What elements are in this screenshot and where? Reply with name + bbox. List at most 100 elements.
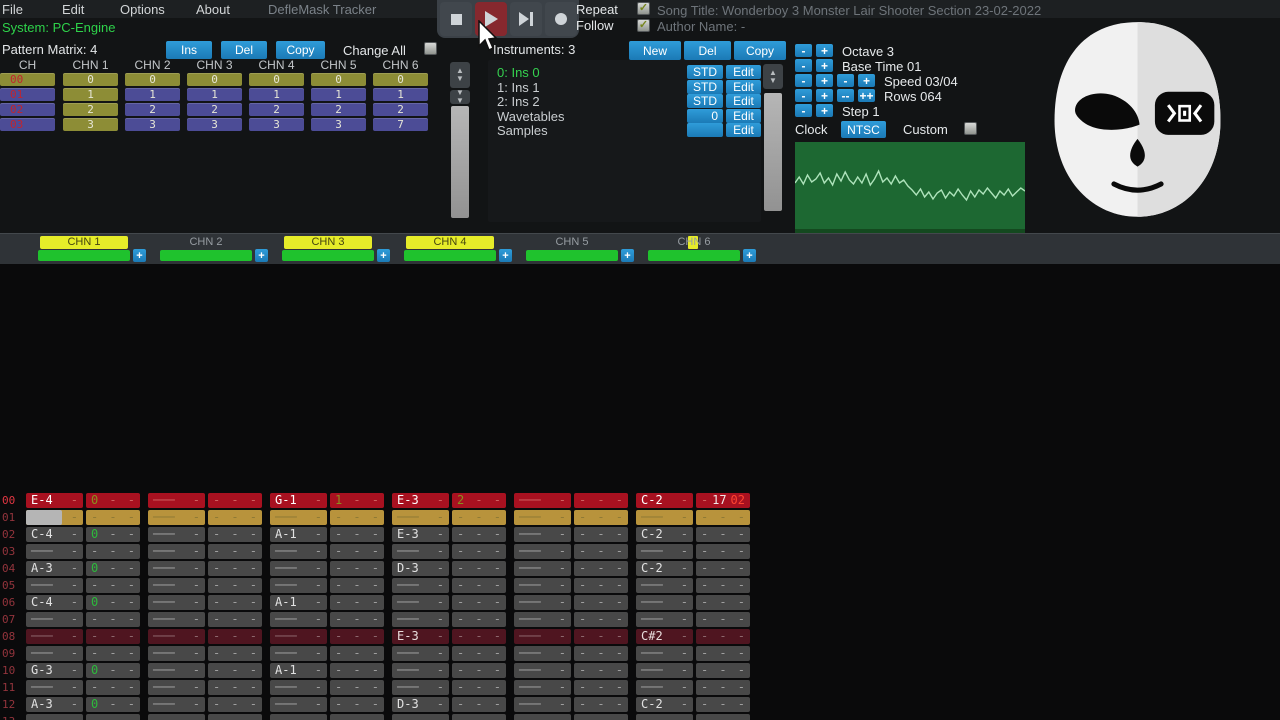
pattern-fx-cell[interactable]: --- (330, 629, 384, 644)
pattern-fx-cell[interactable]: --- (696, 510, 750, 525)
pattern-fx-cell[interactable]: --- (452, 527, 506, 542)
custom-checkbox[interactable] (964, 122, 977, 135)
pattern-fx-cell[interactable]: --- (574, 510, 628, 525)
channel-volume-bar[interactable] (282, 250, 374, 261)
pattern-fx-cell[interactable]: --- (696, 714, 750, 720)
pattern-fx-cell[interactable]: --- (696, 663, 750, 678)
channel-add-fx-button[interactable]: + (377, 249, 390, 262)
pattern-fx-cell[interactable]: --- (208, 663, 262, 678)
matrix-ins-button[interactable]: Ins (166, 41, 212, 59)
pattern-note-cell[interactable]: ───- (148, 663, 205, 678)
pattern-note-cell[interactable]: C-2- (636, 561, 693, 576)
pattern-note-cell[interactable]: ───- (270, 561, 327, 576)
pattern-fx-cell[interactable]: --- (452, 629, 506, 644)
pattern-note-cell[interactable]: ───- (392, 510, 449, 525)
pattern-fx-cell[interactable]: 0-- (86, 493, 140, 508)
minus-button[interactable]: - (837, 74, 854, 87)
pattern-note-cell[interactable]: G-1- (270, 493, 327, 508)
pattern-note-cell[interactable]: ───- (392, 680, 449, 695)
matrix-scroll-updown-button[interactable]: ▲ ▼ (450, 62, 470, 88)
pattern-fx-cell[interactable]: --- (452, 714, 506, 720)
pattern-note-cell[interactable]: ───- (514, 629, 571, 644)
matrix-cell[interactable]: 3 (187, 118, 242, 131)
pattern-note-cell[interactable]: ───- (514, 680, 571, 695)
plus-button[interactable]: + (816, 104, 833, 117)
pattern-note-cell[interactable]: A-1- (270, 527, 327, 542)
pattern-note-cell[interactable]: C-4- (26, 595, 83, 610)
pattern-fx-cell[interactable]: --- (574, 680, 628, 695)
pattern-fx-cell[interactable]: --- (574, 493, 628, 508)
pattern-fx-cell[interactable]: --- (208, 510, 262, 525)
pattern-note-cell[interactable]: E-3- (392, 493, 449, 508)
channel-add-fx-button[interactable]: + (743, 249, 756, 262)
pattern-note-cell[interactable]: ───- (514, 510, 571, 525)
instrument-type-button[interactable]: STD (687, 80, 723, 94)
pattern-fx-cell[interactable]: --- (208, 595, 262, 610)
pattern-fx-cell[interactable]: 0-- (86, 527, 140, 542)
pattern-fx-cell[interactable]: --- (86, 629, 140, 644)
pattern-fx-cell[interactable]: --- (208, 697, 262, 712)
edit-cursor[interactable] (26, 510, 62, 525)
pattern-note-cell[interactable]: ───- (26, 646, 83, 661)
matrix-cell[interactable]: 3 (63, 118, 118, 131)
matrix-del-button[interactable]: Del (221, 41, 267, 59)
channel-header-3[interactable]: CHN 3 (284, 236, 372, 249)
pattern-note-cell[interactable]: ───- (148, 527, 205, 542)
instrument-edit-button[interactable]: Edit (726, 123, 761, 137)
pattern-fx-cell[interactable]: --- (452, 697, 506, 712)
pattern-note-cell[interactable]: ───- (270, 680, 327, 695)
plus-button[interactable]: + (816, 74, 833, 87)
pattern-note-cell[interactable]: ───- (148, 544, 205, 559)
pattern-note-cell[interactable]: ───- (26, 680, 83, 695)
pattern-fx-cell[interactable]: --- (574, 663, 628, 678)
channel-add-fx-button[interactable]: + (255, 249, 268, 262)
instr-new-button[interactable]: New (629, 41, 681, 60)
pattern-note-cell[interactable]: ───- (392, 612, 449, 627)
pattern-fx-cell[interactable]: --- (574, 544, 628, 559)
pattern-fx-cell[interactable]: --- (452, 612, 506, 627)
menu-item-edit[interactable]: Edit (62, 2, 84, 17)
pattern-note-cell[interactable]: E-3- (392, 527, 449, 542)
matrix-cell[interactable]: 2 (63, 103, 118, 116)
channel-volume-bar[interactable] (526, 250, 618, 261)
pattern-fx-cell[interactable]: --- (208, 629, 262, 644)
pattern-note-cell[interactable]: ───- (392, 646, 449, 661)
pattern-fx-cell[interactable]: --- (574, 646, 628, 661)
channel-volume-bar[interactable] (404, 250, 496, 261)
pattern-fx-cell[interactable]: --- (696, 646, 750, 661)
channel-header-2[interactable]: CHN 2 (162, 236, 250, 249)
pattern-note-cell[interactable]: ───- (514, 578, 571, 593)
pattern-fx-cell[interactable]: --- (208, 646, 262, 661)
pattern-note-cell[interactable]: ───- (392, 714, 449, 720)
menu-item-about[interactable]: About (196, 2, 230, 17)
pattern-note-cell[interactable]: D-3- (392, 561, 449, 576)
pattern-note-cell[interactable]: E-4- (26, 493, 83, 508)
plus-button[interactable]: + (816, 44, 833, 57)
matrix-cell[interactable]: 0 (373, 73, 428, 86)
matrix-scrollbar-thumb[interactable] (451, 106, 469, 218)
matrix-scroll-end-button[interactable]: ▼ ▼ (450, 90, 470, 104)
pattern-note-cell[interactable]: ───- (270, 697, 327, 712)
pattern-note-cell[interactable]: ───- (514, 663, 571, 678)
pattern-note-cell[interactable]: A-1- (270, 663, 327, 678)
pattern-note-cell[interactable]: ───- (148, 646, 205, 661)
instrument-type-button[interactable] (687, 123, 723, 137)
matrix-cell[interactable]: 0 (63, 73, 118, 86)
pattern-note-cell[interactable]: ───- (636, 578, 693, 593)
pattern-fx-cell[interactable]: --- (86, 578, 140, 593)
channel-volume-bar[interactable] (648, 250, 740, 261)
pattern-note-cell[interactable]: ───- (148, 612, 205, 627)
matrix-cell[interactable]: 1 (373, 88, 428, 101)
pattern-fx-cell[interactable]: --- (330, 544, 384, 559)
minus-button[interactable]: - (795, 59, 812, 72)
instrument-type-button[interactable]: 0 (687, 109, 723, 123)
change-all-checkbox[interactable] (424, 42, 437, 55)
instrument-item[interactable]: 0: Ins 0 (497, 65, 540, 80)
pattern-note-cell[interactable]: ───- (514, 697, 571, 712)
matrix-cell[interactable]: 1 (249, 88, 304, 101)
pattern-note-cell[interactable]: ───- (636, 595, 693, 610)
pattern-note-cell[interactable]: C-2- (636, 493, 693, 508)
pattern-fx-cell[interactable]: --- (452, 663, 506, 678)
pattern-fx-cell[interactable]: --- (208, 578, 262, 593)
pattern-fx-cell[interactable]: --- (208, 493, 262, 508)
